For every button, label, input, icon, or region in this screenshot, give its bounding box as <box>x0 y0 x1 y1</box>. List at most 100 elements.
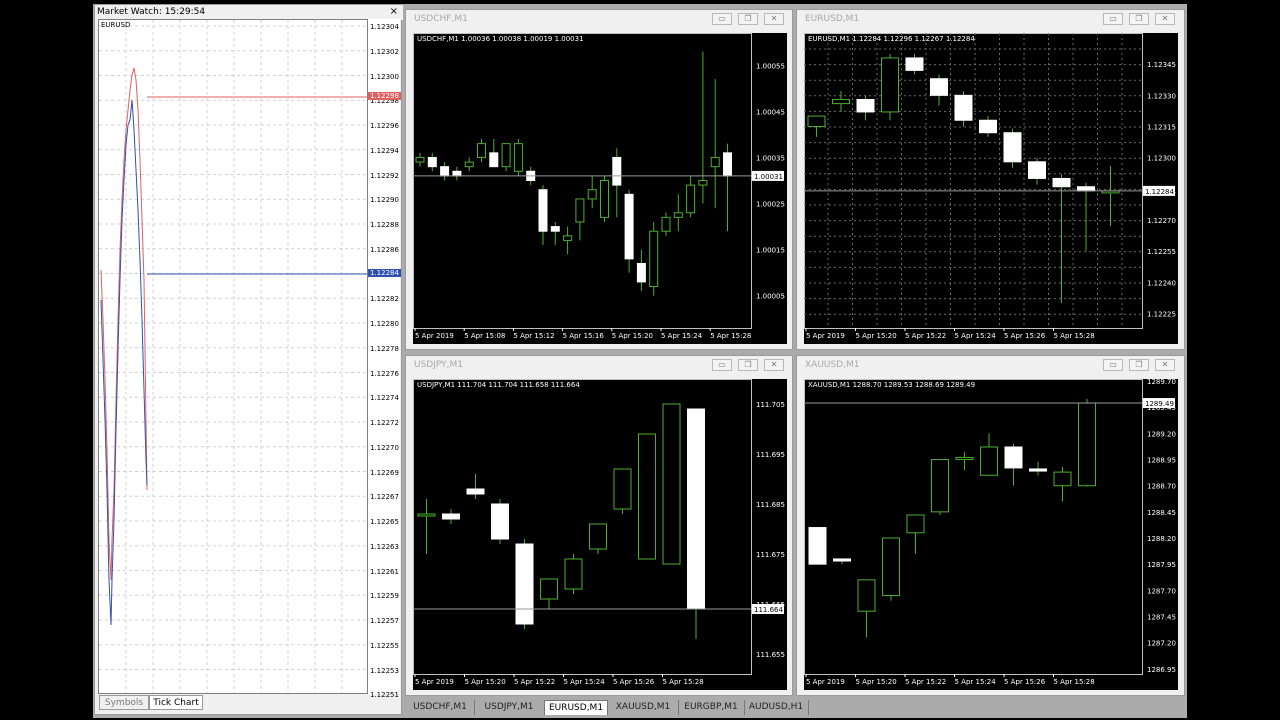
chart-area-eurusd[interactable]: 1.12345 1.12330 1.12315 1.12300 1.12284 1.122… <box>804 33 1178 344</box>
restore-icon[interactable]: ❐ <box>1129 359 1149 371</box>
price-tick-label: 1.12304 <box>370 23 399 31</box>
tab-symbols[interactable]: Symbols <box>99 695 149 710</box>
candle-bear <box>1077 186 1095 192</box>
minimize-icon[interactable]: ▭ <box>712 359 732 371</box>
chart-canvas: 1.00055 1.00045 1.00035 1.00025 1.00015 1.000… <box>413 33 785 340</box>
time-axis-label: 5 Apr 15:22 <box>905 678 946 686</box>
candle-bull <box>464 161 474 168</box>
price-axis-label: 1.12240 <box>1147 279 1176 287</box>
candle-bull <box>540 578 558 600</box>
price-axis-label: 1.12255 <box>1147 248 1176 256</box>
price-tick-label: 1.12257 <box>370 617 399 625</box>
candle-bull <box>931 459 949 513</box>
price-axis-label: 1.12225 <box>1147 310 1176 318</box>
price-tick-label: 1.12278 <box>370 344 399 353</box>
chart-area-xauusd[interactable]: 1289.70 1289.45 1289.20 1288.95 1288.70 1288.… <box>804 379 1178 690</box>
candle-bull <box>857 579 876 612</box>
candle-bull <box>600 180 609 218</box>
close-icon[interactable]: × <box>390 5 398 19</box>
price-axis-label: 1287.70 <box>1147 587 1176 595</box>
price-tick-label: 1.12286 <box>370 245 399 254</box>
current-price-label: 1.00031 <box>754 173 783 181</box>
chart-canvas: 111.705111.695111.685111.675111.665111.6… <box>413 379 785 686</box>
candle-bull <box>415 156 425 163</box>
price-tick-label: 1.12255 <box>370 641 399 650</box>
chart-canvas: 1289.701289.451289.201288.951288.701288.… <box>804 379 1176 686</box>
time-axis-label: 5 Apr 15:24 <box>955 332 997 340</box>
time-axis-label: 5 Apr 2019 <box>806 678 845 686</box>
time-axis-label: 5 Apr 15:12 <box>513 332 554 340</box>
minimize-icon[interactable]: ▭ <box>712 13 732 25</box>
tick-chart-symbol: EURUSD <box>101 21 131 29</box>
tab-xauusd-m1[interactable]: XAUUSD,M1 <box>608 700 679 715</box>
minimize-icon[interactable]: ▭ <box>1103 359 1123 371</box>
tick-chart[interactable]: EURUSD <box>98 19 368 694</box>
chart-canvas: 1.12345 1.12330 1.12315 1.12300 1.12284 1.122… <box>804 33 1176 340</box>
chart-area-usdjpy[interactable]: 111.705111.695111.685111.675111.665111.6… <box>413 379 787 690</box>
candle-bear <box>954 94 973 121</box>
candle-bear <box>723 152 732 177</box>
close-icon[interactable]: ✕ <box>764 13 784 25</box>
time-axis-label: 5 Apr 15:22 <box>514 678 555 686</box>
price-tick-label: 1.12261 <box>370 567 399 576</box>
close-icon[interactable]: ✕ <box>1155 359 1175 371</box>
candle-bear <box>979 119 997 134</box>
price-axis-label: 1288.20 <box>1147 535 1176 543</box>
price-axis-label: 1.00045 <box>756 108 785 116</box>
price-axis-label: 1.00035 <box>756 154 785 162</box>
chart-info: XAUUSD,M1 1288.70 1289.53 1288.69 1289.4… <box>808 381 976 389</box>
time-axis-label: 5 Apr 15:28 <box>710 332 751 340</box>
price-tick-label: 1.12270 <box>370 443 399 452</box>
restore-icon[interactable]: ❐ <box>1129 13 1149 25</box>
time-axis-label: 5 Apr 15:24 <box>955 678 997 686</box>
candle-bull <box>417 513 436 517</box>
tab-eurgbp-m1[interactable]: EURGBP,M1 <box>678 700 745 715</box>
candle-bull <box>564 558 583 590</box>
price-axis-label: 1.12300 <box>1147 155 1176 163</box>
candle-bull <box>980 446 998 476</box>
price-axis-label: 1287.20 <box>1147 640 1176 648</box>
tab-usdchf-m1[interactable]: USDCHF,M1 <box>406 700 475 715</box>
market-watch-tabs: Symbols Tick Chart <box>97 694 401 712</box>
time-axis-label: 5 Apr 15:24 <box>564 678 606 686</box>
tab-tick-chart[interactable]: Tick Chart <box>149 695 203 710</box>
candle-bull <box>575 198 585 223</box>
candle-bear <box>491 503 509 540</box>
price-axis-label: 111.695 <box>756 451 785 459</box>
candle-bear <box>636 262 646 283</box>
price-tick-label: 1.12272 <box>370 419 399 427</box>
candle-bear <box>687 408 705 610</box>
candle-bull <box>710 156 720 168</box>
restore-icon[interactable]: ❐ <box>738 13 758 25</box>
price-tick-label: 1.12276 <box>370 369 399 378</box>
ask-tick-series <box>100 67 148 581</box>
price-tick-label: 1.12253 <box>370 666 399 675</box>
time-axis-label: 5 Apr 15:20 <box>465 678 506 686</box>
tab-usdjpy-m1[interactable]: USDJPY,M1 <box>474 700 545 715</box>
candle-bull <box>501 143 511 168</box>
candle-bull <box>807 115 826 127</box>
candle-bear <box>808 527 827 565</box>
chart-area-usdchf[interactable]: 1.00055 1.00045 1.00035 1.00025 1.00015 1.000… <box>413 33 787 344</box>
price-tick-label: 1.12265 <box>370 518 399 526</box>
time-axis-label: 5 Apr 15:28 <box>1054 678 1095 686</box>
price-axis-label: 111.655 <box>756 651 785 659</box>
price-axis-label: 1.00055 <box>756 62 785 70</box>
window-title: XAUUSD,M1 <box>805 360 860 370</box>
candle-bull <box>686 184 696 214</box>
price-axis-label: 1289.70 <box>1147 379 1176 386</box>
close-icon[interactable]: ✕ <box>1155 13 1175 25</box>
tab-audusd-h1[interactable]: AUDUSD,H1 <box>744 700 809 715</box>
tab-eurusd-m1[interactable]: EURUSD,M1 <box>544 700 608 715</box>
window-title: EURUSD,M1 <box>805 14 860 24</box>
current-price-label: 1.12284 <box>1145 188 1174 196</box>
chart-tabs: USDCHF,M1 USDJPY,M1 EURUSD,M1 XAUUSD,M1 EURG… <box>404 699 1186 716</box>
restore-icon[interactable]: ❐ <box>738 359 758 371</box>
minimize-icon[interactable]: ▭ <box>1103 13 1123 25</box>
price-axis-label: 111.685 <box>756 501 785 509</box>
market-watch-title[interactable]: Market Watch: 15:29:54 <box>95 5 403 20</box>
time-axis-label: 5 Apr 15:26 <box>1004 678 1046 686</box>
price-tick-label: 1.12290 <box>370 196 399 205</box>
chart-info: USDCHF,M1 1.00036 1.00038 1.00019 1.0003… <box>417 35 584 43</box>
close-icon[interactable]: ✕ <box>764 359 784 371</box>
